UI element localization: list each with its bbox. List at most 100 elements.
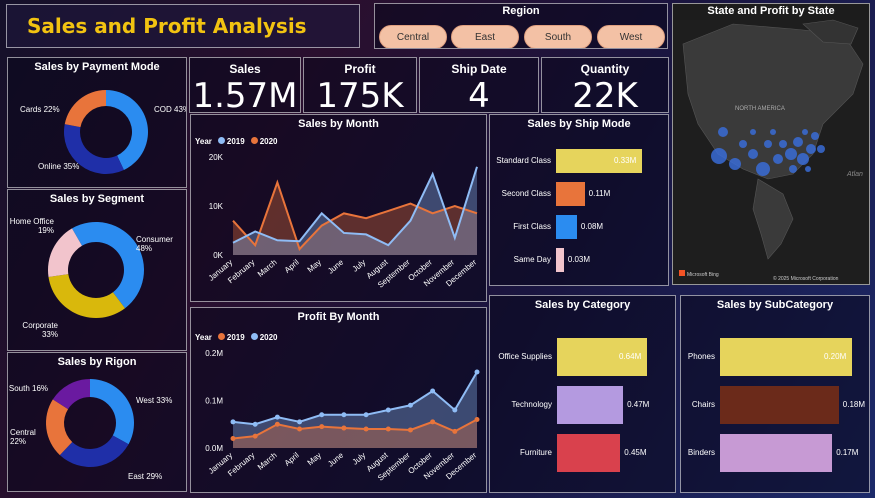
point-2019-September[interactable] bbox=[407, 427, 413, 433]
kpi-shipdate-value: 4 bbox=[468, 76, 490, 113]
segment-panel: Sales by Segment Consumer 48% Corporate 33%… bbox=[7, 189, 187, 351]
point-2019-November[interactable] bbox=[452, 428, 458, 434]
profit-by-month-chart[interactable]: 0.0M0.1M0.2MJanuaryFebruary March April May… bbox=[191, 308, 487, 493]
region-slicer-title: Region bbox=[502, 5, 540, 17]
region-title: Sales by Rigon bbox=[57, 356, 137, 368]
bar-chairs[interactable] bbox=[720, 386, 839, 424]
point-2020-January[interactable] bbox=[230, 419, 236, 425]
bar-category-label: Chairs bbox=[691, 400, 715, 409]
kpi-quantity-card: Quantity 22K bbox=[541, 57, 669, 113]
bar-furniture[interactable] bbox=[557, 434, 621, 472]
x-tick-label: July bbox=[351, 258, 368, 274]
sales-by-month-chart[interactable]: 0K10K20KJanuaryFebruary March April May June… bbox=[191, 115, 487, 302]
kpi-sales-card: Sales 1.57M bbox=[189, 57, 301, 113]
y-tick-label: 20K bbox=[209, 153, 224, 162]
point-2019-August[interactable] bbox=[385, 426, 391, 432]
bar-value-label: 0.08M bbox=[580, 222, 604, 231]
kpi-shipdate-label: Ship Date bbox=[451, 62, 507, 76]
donut-label-online: Online 35% bbox=[38, 162, 79, 171]
bar-value-label: 0.11M bbox=[588, 189, 611, 198]
point-2019-December[interactable] bbox=[474, 417, 480, 422]
bar-second-class[interactable] bbox=[556, 182, 585, 206]
donut-label-cards: Cards 22% bbox=[20, 105, 60, 114]
map-graphic[interactable]: NORTH AMERICA Atlan Microsoft Bing © 202… bbox=[673, 4, 870, 285]
payment-mode-donut[interactable]: COD 43% Online 35% Cards 22% bbox=[8, 74, 187, 188]
donut-label-east: East 29% bbox=[128, 472, 162, 481]
point-2020-May[interactable] bbox=[319, 412, 325, 418]
map-panel[interactable]: State and Profit by State NORTH AMERICA … bbox=[672, 3, 870, 285]
point-2020-April[interactable] bbox=[297, 419, 303, 425]
region-donut[interactable]: West 33% East 29% Central22% South 16% bbox=[8, 369, 187, 492]
kpi-profit-card: Profit 175K bbox=[303, 57, 417, 113]
point-2020-December[interactable] bbox=[474, 369, 480, 375]
donut-label-central: Central bbox=[10, 428, 36, 437]
point-2019-March[interactable] bbox=[274, 421, 280, 427]
donut-label-corporate: 33% bbox=[42, 330, 58, 339]
bar-category-label: First Class bbox=[513, 222, 551, 231]
x-tick-label: June bbox=[326, 450, 345, 468]
region-option-west[interactable]: West bbox=[597, 25, 665, 48]
kpi-shipdate-card: Ship Date 4 bbox=[419, 57, 539, 113]
point-2019-April[interactable] bbox=[297, 426, 303, 432]
point-2019-October[interactable] bbox=[430, 419, 436, 425]
point-2020-February[interactable] bbox=[252, 421, 258, 427]
subcategory-bars[interactable]: Phones 0.20M Chairs 0.18M Binders 0.17M bbox=[681, 296, 869, 492]
x-tick-label: May bbox=[306, 451, 323, 468]
bar-value-label: 0.45M bbox=[624, 448, 647, 457]
donut-slice-west[interactable] bbox=[90, 379, 134, 445]
point-2020-August[interactable] bbox=[385, 407, 391, 413]
bar-binders[interactable] bbox=[720, 434, 833, 472]
bar-category-label: Phones bbox=[687, 352, 715, 361]
bar-technology[interactable] bbox=[557, 386, 624, 424]
region-option-central[interactable]: Central bbox=[379, 25, 447, 48]
point-2020-July[interactable] bbox=[363, 412, 369, 418]
bar-category-label: Second Class bbox=[501, 189, 551, 198]
region-slicer: Region Central East South West bbox=[374, 3, 668, 49]
point-2020-October[interactable] bbox=[430, 388, 436, 394]
bar-value-label: 0.17M bbox=[836, 448, 859, 457]
point-2020-June[interactable] bbox=[341, 412, 347, 418]
region-option-south[interactable]: South bbox=[524, 25, 592, 48]
y-tick-label: 0.2M bbox=[205, 349, 223, 358]
sales-by-month-panel: Sales by Month Year 2019 2020 0K 10K 20K Ja… bbox=[190, 114, 487, 302]
point-2019-June[interactable] bbox=[341, 425, 347, 431]
payment-mode-panel: Sales by Payment Mode COD 43% Online 35% C… bbox=[7, 57, 187, 188]
point-2020-March[interactable] bbox=[274, 414, 280, 420]
point-2019-February[interactable] bbox=[252, 433, 258, 439]
kpi-profit-value: 175K bbox=[316, 76, 404, 113]
bar-first-class[interactable] bbox=[556, 215, 577, 239]
bar-same-day[interactable] bbox=[556, 248, 564, 272]
y-tick-label: 0K bbox=[213, 251, 223, 260]
segment-title: Sales by Segment bbox=[49, 193, 145, 205]
ship-mode-bars[interactable]: Standard Class 0.33M Second Class 0.11M Firs… bbox=[490, 115, 668, 285]
point-2020-November[interactable] bbox=[452, 407, 458, 413]
category-bars[interactable]: Office Supplies 0.64M Technology 0.47M Furni… bbox=[490, 296, 675, 492]
bar-category-label: Office Supplies bbox=[498, 352, 552, 361]
x-tick-label: April bbox=[283, 258, 301, 275]
donut-label-south: South 16% bbox=[9, 384, 48, 393]
donut-slice-corporate[interactable] bbox=[48, 274, 126, 318]
point-2020-September[interactable] bbox=[407, 402, 413, 408]
donut-label-home-office: 19% bbox=[38, 226, 54, 235]
x-tick-label: March bbox=[256, 258, 279, 279]
map-ocean-label: Atlan bbox=[846, 171, 863, 178]
bar-value-label: 0.03M bbox=[567, 255, 591, 264]
donut-label-west: West 33% bbox=[136, 396, 172, 405]
kpi-profit-label: Profit bbox=[344, 62, 376, 76]
bar-category-label: Binders bbox=[687, 448, 715, 457]
payment-mode-title: Sales by Payment Mode bbox=[34, 61, 160, 73]
bar-value-label: 0.33M bbox=[614, 156, 637, 165]
point-2019-January[interactable] bbox=[230, 436, 236, 441]
kpi-sales-value: 1.57M bbox=[192, 76, 298, 113]
point-2019-May[interactable] bbox=[319, 424, 325, 430]
region-option-east[interactable]: East bbox=[451, 25, 519, 48]
map-attribution-right: © 2025 Microsoft Corporation bbox=[773, 275, 839, 282]
map-attribution-left: Microsoft Bing bbox=[687, 272, 719, 278]
bar-category-label: Furniture bbox=[519, 448, 552, 457]
segment-donut[interactable]: Consumer48% Corporate33% Home Office19% bbox=[8, 206, 187, 351]
bar-value-label: 0.18M bbox=[842, 400, 866, 409]
donut-slice-cards[interactable] bbox=[64, 90, 106, 128]
bar-category-label: Technology bbox=[511, 400, 552, 409]
donut-label-consumer: 48% bbox=[136, 244, 152, 253]
point-2019-July[interactable] bbox=[363, 426, 369, 432]
